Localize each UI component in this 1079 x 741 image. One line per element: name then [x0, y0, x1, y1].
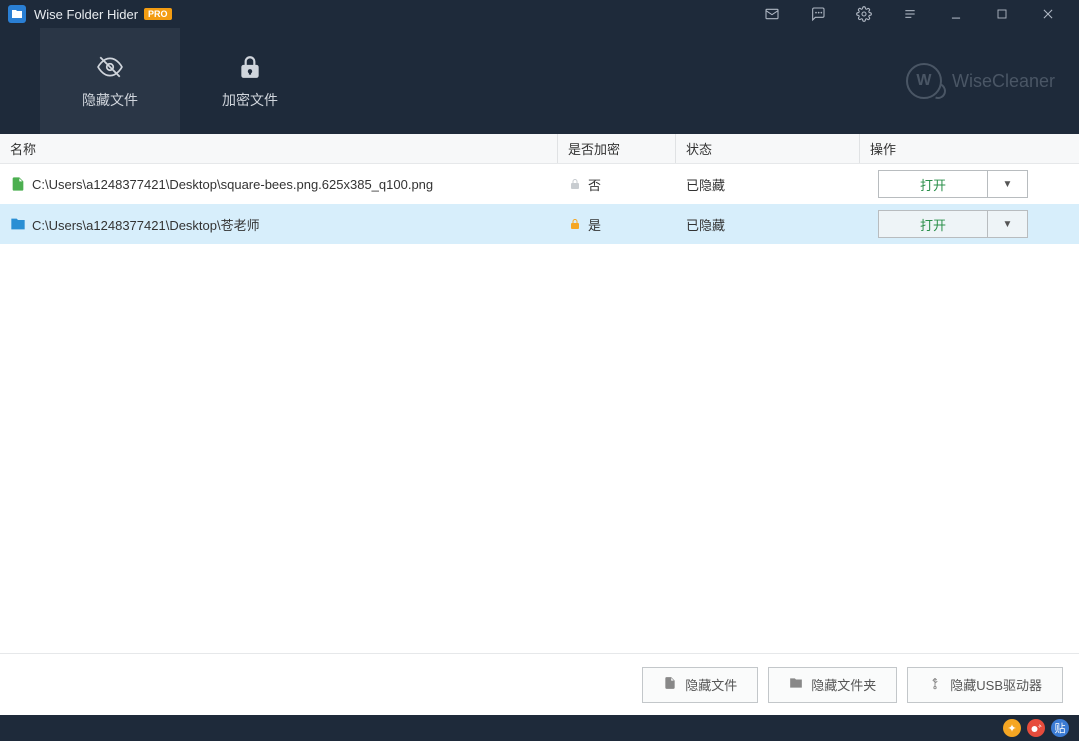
menu-button[interactable]: [887, 0, 933, 28]
tabs-row: 隐藏文件 加密文件 W WiseCleaner: [0, 28, 1079, 134]
mail-button[interactable]: [749, 0, 795, 28]
lock-status-icon: [568, 177, 582, 191]
minimize-button[interactable]: [933, 0, 979, 28]
file-icon: [10, 176, 26, 192]
tab-label: 隐藏文件: [82, 90, 138, 110]
file-icon: [663, 676, 677, 693]
action-label: 隐藏USB驱动器: [950, 675, 1042, 694]
app-icon: [8, 5, 26, 23]
table-row[interactable]: C:\Users\a1248377421\Desktop\苍老师 是 已隐藏 打开▼: [0, 204, 1079, 244]
lock-status-icon: [568, 217, 582, 231]
eye-hidden-icon: [91, 52, 129, 82]
action-label: 隐藏文件: [685, 675, 737, 694]
folder-icon: [10, 216, 26, 232]
hide-folder-button[interactable]: 隐藏文件夹: [768, 667, 897, 703]
col-header-encrypted[interactable]: 是否加密: [558, 134, 676, 163]
app-title: Wise Folder Hider: [34, 7, 138, 22]
action-bar: 隐藏文件 隐藏文件夹 隐藏USB驱动器: [0, 653, 1079, 715]
open-button[interactable]: 打开: [878, 210, 988, 238]
close-button[interactable]: [1025, 0, 1071, 28]
social-icon-1[interactable]: ✦: [1003, 719, 1021, 737]
folder-icon: [789, 676, 803, 693]
maximize-button[interactable]: [979, 0, 1025, 28]
action-label: 隐藏文件夹: [811, 675, 876, 694]
table-header: 名称 是否加密 状态 操作: [0, 134, 1079, 164]
col-header-status[interactable]: 状态: [676, 134, 860, 163]
file-path: C:\Users\a1248377421\Desktop\square-bees…: [32, 177, 433, 192]
tab-label: 加密文件: [222, 90, 278, 110]
pro-badge: PRO: [144, 8, 172, 20]
encrypted-value: 是: [588, 215, 601, 234]
hide-file-button[interactable]: 隐藏文件: [642, 667, 758, 703]
brand-logo: W WiseCleaner: [906, 63, 1055, 99]
table-row[interactable]: C:\Users\a1248377421\Desktop\square-bees…: [0, 164, 1079, 204]
col-header-name[interactable]: 名称: [0, 134, 558, 163]
weibo-icon[interactable]: [1027, 719, 1045, 737]
col-header-operation[interactable]: 操作: [860, 134, 1079, 163]
brand-circle-icon: W: [906, 63, 942, 99]
hide-usb-button[interactable]: 隐藏USB驱动器: [907, 667, 1063, 703]
file-path: C:\Users\a1248377421\Desktop\苍老师: [32, 215, 260, 234]
titlebar: Wise Folder Hider PRO: [0, 0, 1079, 28]
status-value: 已隐藏: [686, 175, 725, 194]
status-value: 已隐藏: [686, 215, 725, 234]
tab-hide-file[interactable]: 隐藏文件: [40, 28, 180, 134]
table-body: C:\Users\a1248377421\Desktop\square-bees…: [0, 164, 1079, 653]
brand-text: WiseCleaner: [952, 71, 1055, 92]
open-button[interactable]: 打开: [878, 170, 988, 198]
lock-icon: [237, 52, 263, 82]
settings-button[interactable]: [841, 0, 887, 28]
footer: ✦ 贴: [0, 715, 1079, 741]
tab-encrypt-file[interactable]: 加密文件: [180, 28, 320, 134]
usb-icon: [928, 676, 942, 693]
encrypted-value: 否: [588, 175, 601, 194]
content-area: 名称 是否加密 状态 操作 C:\Users\a1248377421\Deskt…: [0, 134, 1079, 715]
open-dropdown-button[interactable]: ▼: [988, 210, 1028, 238]
open-dropdown-button[interactable]: ▼: [988, 170, 1028, 198]
feedback-button[interactable]: [795, 0, 841, 28]
tieba-icon[interactable]: 贴: [1051, 719, 1069, 737]
